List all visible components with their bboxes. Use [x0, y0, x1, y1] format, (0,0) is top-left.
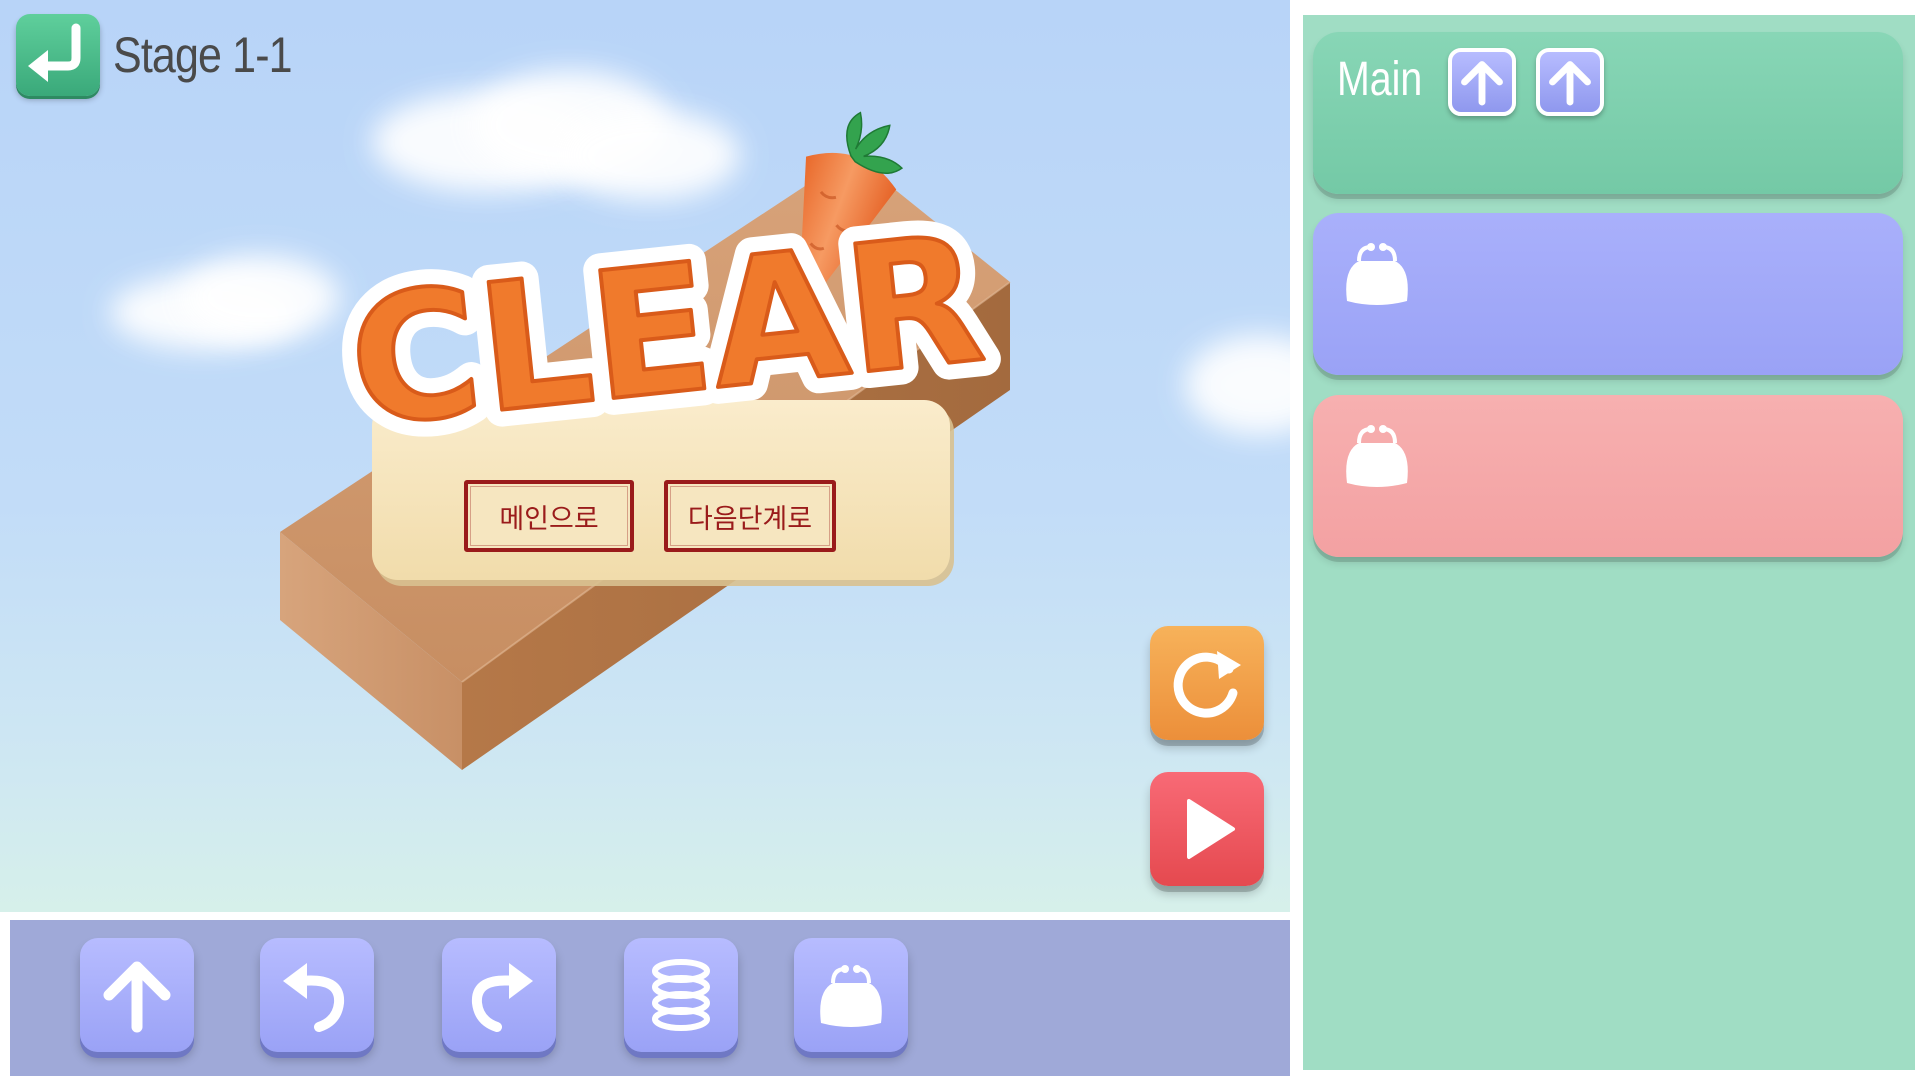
turn-right-icon [471, 963, 533, 1032]
to-main-button[interactable]: 메인으로 [464, 480, 634, 552]
game-view: CLEAR CLEAR Stage 1-1 메인으로 다음단계로 [0, 0, 1290, 912]
main-slot-label: Main [1337, 53, 1423, 106]
reset-button[interactable] [1150, 626, 1264, 740]
return-arrow-icon [28, 23, 81, 82]
next-stage-button[interactable]: 다음단계로 [664, 480, 836, 552]
back-button[interactable] [16, 14, 100, 96]
play-button[interactable] [1150, 772, 1264, 886]
forward-arrow-icon [103, 961, 171, 1033]
purse-icon [820, 965, 882, 1027]
turn-right-command-button[interactable] [442, 938, 556, 1052]
pickup-command-button[interactable] [794, 938, 908, 1052]
forward-command-button[interactable] [80, 938, 194, 1052]
forward-arrow-icon [1549, 61, 1591, 106]
main-command-forward[interactable] [1536, 48, 1604, 116]
jump-command-button[interactable] [624, 938, 738, 1052]
play-triangle-icon [1187, 799, 1235, 859]
turn-left-command-button[interactable] [260, 938, 374, 1052]
main-program-slot[interactable]: Main [1313, 32, 1903, 194]
command-palette [10, 920, 1290, 1076]
purse-icon [1346, 425, 1408, 487]
function-2-slot[interactable] [1313, 395, 1903, 557]
forward-arrow-icon [1461, 61, 1503, 106]
rotate-clockwise-icon [1173, 651, 1241, 718]
game-scene: CLEAR CLEAR [280, 111, 1011, 770]
turn-left-icon [283, 963, 345, 1032]
function-1-slot[interactable] [1313, 213, 1903, 375]
main-command-forward[interactable] [1448, 48, 1516, 116]
spring-jump-icon [652, 959, 710, 1031]
program-panel: Main [1303, 15, 1915, 1070]
purse-icon [1346, 243, 1408, 305]
stage-title: Stage 1-1 [113, 27, 293, 83]
